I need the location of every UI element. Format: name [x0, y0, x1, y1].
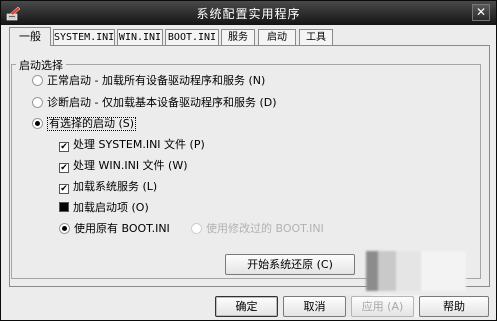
window-title: 系统配置实用程序 [196, 7, 301, 21]
cancel-button[interactable]: 取消 [283, 296, 346, 317]
ok-button[interactable]: 确定 [215, 296, 278, 317]
system-config-window: 系统配置实用程序 ✕ 一般 SYSTEM.INI WIN.INI BOOT.IN… [0, 0, 497, 321]
tab-win-ini[interactable]: WIN.INI [117, 29, 163, 45]
start-system-restore-button[interactable]: 开始系统还原 (C) [225, 254, 355, 275]
use-original-boot-ini-radio[interactable]: 使用原有 BOOT.INI [59, 222, 170, 236]
tab-tools[interactable]: 工具 [299, 29, 333, 45]
process-win-ini-checkbox[interactable]: ✔ 处理 WIN.INI 文件 (W) [59, 159, 188, 173]
radio-unchecked [32, 97, 43, 108]
use-original-boot-ini-label: 使用原有 BOOT.INI [74, 222, 170, 235]
title-bar[interactable]: 系统配置实用程序 ✕ [1, 1, 496, 25]
load-services-checkbox[interactable]: ✔ 加载系统服务 (L) [59, 180, 157, 194]
process-system-ini-label: 处理 SYSTEM.INI 文件 (P) [73, 138, 205, 151]
use-modified-boot-ini-label: 使用修改过的 BOOT.INI [206, 222, 324, 235]
load-startup-items-checkbox[interactable]: 加载启动项 (O) [59, 201, 149, 215]
indeterminate-checkbox-icon [59, 202, 69, 212]
load-startup-items-label: 加载启动项 (O) [73, 201, 149, 214]
selective-startup-label: 有选择的启动 (S) [47, 117, 137, 131]
tab-startup[interactable]: 启动 [258, 29, 296, 45]
normal-startup-radio[interactable]: 正常启动 - 加载所有设备驱动程序和服务 (N) [32, 74, 265, 88]
blurred-region [366, 251, 466, 291]
process-system-ini-checkbox[interactable]: ✔ 处理 SYSTEM.INI 文件 (P) [59, 138, 205, 152]
load-services-label: 加载系统服务 (L) [73, 180, 158, 193]
close-button[interactable]: ✕ [472, 4, 490, 21]
selective-startup-radio[interactable]: 有选择的启动 (S) [32, 117, 137, 131]
process-win-ini-label: 处理 WIN.INI 文件 (W) [73, 159, 188, 172]
tab-strip: 一般 SYSTEM.INI WIN.INI BOOT.INI 服务 启动 工具 [9, 27, 489, 46]
radio-checked [59, 223, 70, 234]
help-button[interactable]: 帮助 [419, 296, 489, 317]
tab-general[interactable]: 一般 [9, 27, 51, 46]
apply-button[interactable]: 应用 (A) [351, 296, 414, 317]
diagnostic-startup-radio[interactable]: 诊断启动 - 仅加载基本设备驱动程序和服务 (D) [32, 96, 277, 110]
tab-boot-ini[interactable]: BOOT.INI [165, 29, 219, 45]
tab-system-ini[interactable]: SYSTEM.INI [53, 29, 115, 45]
checkmark-icon: ✔ [59, 184, 69, 194]
radio-unchecked [32, 75, 43, 86]
normal-startup-label: 正常启动 - 加载所有设备驱动程序和服务 (N) [47, 74, 266, 87]
tab-services[interactable]: 服务 [221, 29, 255, 45]
startup-selection-label: 启动选择 [16, 57, 66, 73]
radio-checked [32, 118, 43, 129]
checkmark-icon: ✔ [59, 163, 69, 173]
use-modified-boot-ini-radio[interactable]: 使用修改过的 BOOT.INI [191, 222, 324, 236]
close-icon: ✕ [475, 5, 487, 19]
checkmark-icon: ✔ [59, 142, 69, 152]
diagnostic-startup-label: 诊断启动 - 仅加载基本设备驱动程序和服务 (D) [47, 96, 277, 109]
radio-disabled [191, 223, 202, 234]
